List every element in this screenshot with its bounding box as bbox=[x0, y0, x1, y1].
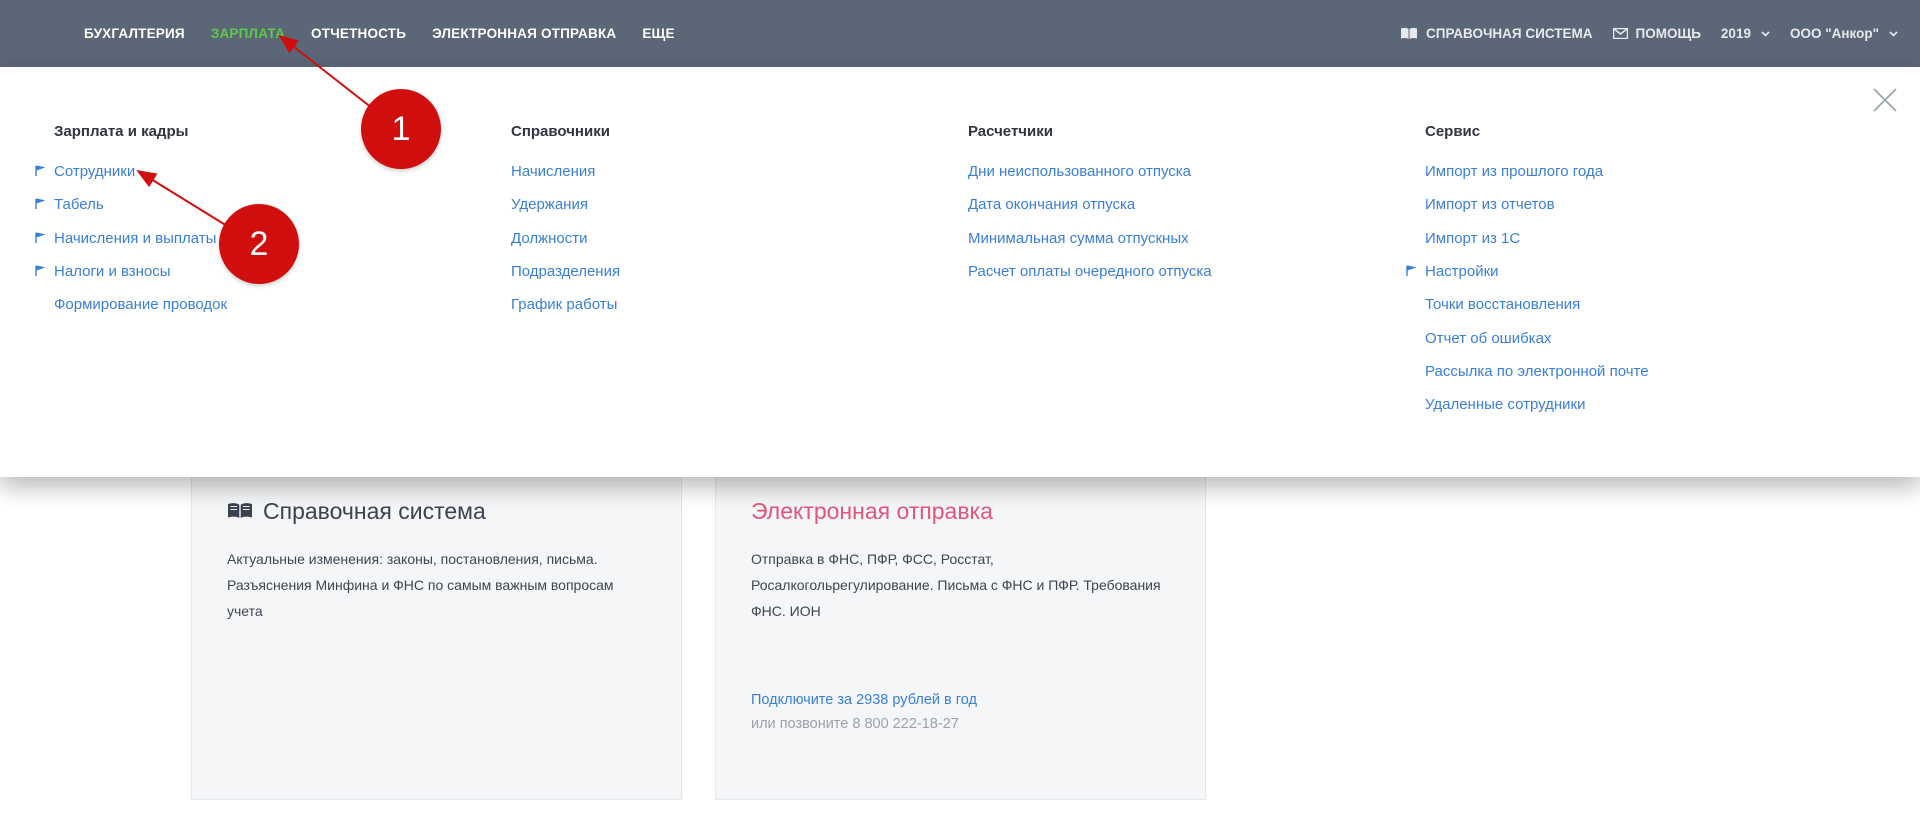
menu-item-import-previous-year[interactable]: Импорт из прошлого года bbox=[1425, 155, 1649, 188]
menu-item-label[interactable]: Расчет оплаты очередного отпуска bbox=[968, 263, 1212, 280]
reference-card-title-text: Справочная система bbox=[263, 498, 486, 524]
main-nav: БУХГАЛТЕРИЯ ЗАРПЛАТА ОТЧЕТНОСТЬ ЭЛЕКТРОН… bbox=[84, 0, 675, 67]
reference-card-title[interactable]: Справочная система bbox=[227, 498, 486, 525]
menu-item-min-vacation-pay[interactable]: Минимальная сумма отпускных bbox=[968, 222, 1212, 255]
menu-item-label[interactable]: Минимальная сумма отпускных bbox=[968, 230, 1189, 247]
menu-item-label[interactable]: Должности bbox=[511, 230, 588, 247]
book-icon bbox=[1400, 27, 1418, 40]
organization-selector[interactable]: ООО "Анкор" bbox=[1790, 26, 1898, 41]
menu-column-service: Сервис Импорт из прошлого года Импорт из… bbox=[1406, 123, 1649, 421]
efiling-phone-text: или позвоните 8 800 222-18-27 bbox=[751, 716, 959, 732]
menu-item-vacation-end-date[interactable]: Дата окончания отпуска bbox=[968, 188, 1212, 221]
chevron-down-icon bbox=[1889, 29, 1898, 40]
menu-item-departments[interactable]: Подразделения bbox=[511, 255, 620, 288]
efiling-connect-link[interactable]: Подключите за 2938 рублей в год bbox=[751, 692, 977, 708]
organization-label: ООО "Анкор" bbox=[1789, 26, 1879, 41]
nav-item-more[interactable]: ЕЩЕ bbox=[642, 26, 674, 41]
menu-item-deductions[interactable]: Удержания bbox=[511, 188, 620, 221]
reference-system-label: СПРАВОЧНАЯ СИСТЕМА bbox=[1426, 26, 1593, 41]
flag-icon bbox=[35, 198, 45, 210]
menu-item-accruals[interactable]: Начисления bbox=[511, 155, 620, 188]
menu-column-title: Зарплата и кадры bbox=[54, 123, 189, 140]
menu-item-label[interactable]: Подразделения bbox=[511, 263, 620, 280]
nav-item-accounting[interactable]: БУХГАЛТЕРИЯ bbox=[84, 26, 185, 41]
efiling-card-text: Отправка в ФНС, ПФР, ФСС, Росстат, Росал… bbox=[751, 551, 1161, 619]
menu-item-error-report[interactable]: Отчет об ошибках bbox=[1425, 321, 1649, 354]
flag-icon bbox=[35, 165, 45, 176]
menu-item-label[interactable]: Импорт из 1С bbox=[1425, 230, 1520, 247]
close-icon[interactable] bbox=[1872, 87, 1898, 113]
chevron-down-icon bbox=[1761, 29, 1770, 40]
menu-item-label[interactable]: Налоги и взносы bbox=[54, 263, 171, 280]
menu-item-label[interactable]: Удаленные сотрудники bbox=[1425, 396, 1586, 413]
year-label: 2019 bbox=[1720, 26, 1751, 41]
menu-item-employees[interactable]: Сотрудники bbox=[35, 155, 227, 188]
menu-column-title: Расчетчики bbox=[968, 123, 1053, 140]
salary-dropdown-menu: Зарплата и кадры Сотрудники Табель Начис… bbox=[0, 67, 1920, 477]
menu-column-calculators: Расчетчики Дни неиспользованного отпуска… bbox=[968, 123, 1212, 288]
menu-item-unused-vacation-days[interactable]: Дни неиспользованного отпуска bbox=[968, 155, 1212, 188]
menu-item-label[interactable]: Настройки bbox=[1425, 263, 1499, 280]
menu-item-label[interactable]: Импорт из прошлого года bbox=[1425, 163, 1603, 180]
menu-item-label[interactable]: Дни неиспользованного отпуска bbox=[968, 163, 1191, 180]
menu-column-directories: Справочники Начисления Удержания Должнос… bbox=[511, 123, 620, 321]
menu-item-restore-points[interactable]: Точки восстановления bbox=[1425, 288, 1649, 321]
menu-item-import-1c[interactable]: Импорт из 1С bbox=[1425, 222, 1649, 255]
top-navigation-bar: БУХГАЛТЕРИЯ ЗАРПЛАТА ОТЧЕТНОСТЬ ЭЛЕКТРОН… bbox=[0, 0, 1920, 67]
menu-item-deleted-employees[interactable]: Удаленные сотрудники bbox=[1425, 388, 1649, 421]
electronic-filing-card: Электронная отправка Отправка в ФНС, ПФР… bbox=[715, 476, 1206, 800]
menu-item-label[interactable]: Удержания bbox=[511, 196, 588, 213]
menu-item-label[interactable]: Точки восстановления bbox=[1425, 296, 1580, 313]
nav-right: СПРАВОЧНАЯ СИСТЕМА ПОМОЩЬ 2019 ООО "Анко… bbox=[1400, 0, 1898, 67]
menu-item-import-reports[interactable]: Импорт из отчетов bbox=[1425, 188, 1649, 221]
menu-item-label[interactable]: Отчет об ошибках bbox=[1425, 330, 1551, 347]
menu-item-regular-vacation-pay[interactable]: Расчет оплаты очередного отпуска bbox=[968, 255, 1212, 288]
menu-item-label[interactable]: Импорт из отчетов bbox=[1425, 196, 1555, 213]
flag-icon bbox=[35, 231, 45, 243]
menu-item-settings[interactable]: Настройки bbox=[1406, 255, 1649, 288]
menu-item-taxes-contributions[interactable]: Налоги и взносы bbox=[35, 255, 227, 288]
menu-item-label[interactable]: Начисления и выплаты bbox=[54, 230, 216, 247]
menu-column-title: Справочники bbox=[511, 123, 610, 140]
book-icon bbox=[227, 498, 253, 525]
menu-item-label[interactable]: Формирование проводок bbox=[54, 296, 227, 313]
efiling-card-title[interactable]: Электронная отправка bbox=[751, 498, 993, 525]
help-link[interactable]: ПОМОЩЬ bbox=[1612, 26, 1701, 41]
menu-item-label[interactable]: Начисления bbox=[511, 163, 595, 180]
menu-item-postings[interactable]: Формирование проводок bbox=[54, 288, 227, 321]
nav-item-salary[interactable]: ЗАРПЛАТА bbox=[211, 26, 285, 41]
nav-item-reporting[interactable]: ОТЧЕТНОСТЬ bbox=[311, 26, 406, 41]
flag-icon bbox=[35, 265, 45, 276]
menu-item-accruals-payments[interactable]: Начисления и выплаты bbox=[35, 222, 227, 255]
help-label: ПОМОЩЬ bbox=[1635, 26, 1701, 41]
menu-item-work-schedule[interactable]: График работы bbox=[511, 288, 620, 321]
reference-system-link[interactable]: СПРАВОЧНАЯ СИСТЕМА bbox=[1400, 26, 1593, 41]
envelope-icon bbox=[1612, 28, 1628, 39]
menu-item-label[interactable]: Рассылка по электронной почте bbox=[1425, 363, 1649, 380]
menu-column-salary-hr: Зарплата и кадры Сотрудники Табель Начис… bbox=[35, 123, 227, 321]
menu-item-label[interactable]: Дата окончания отпуска bbox=[968, 196, 1135, 213]
menu-item-label[interactable]: Табель bbox=[54, 196, 104, 213]
year-selector[interactable]: 2019 bbox=[1721, 26, 1770, 41]
reference-system-card: Справочная система Актуальные изменения:… bbox=[191, 476, 682, 800]
menu-item-label[interactable]: Сотрудники bbox=[54, 163, 135, 180]
menu-item-timesheet[interactable]: Табель bbox=[35, 188, 227, 221]
menu-item-label[interactable]: График работы bbox=[511, 296, 617, 313]
menu-item-positions[interactable]: Должности bbox=[511, 222, 620, 255]
reference-card-text: Актуальные изменения: законы, постановле… bbox=[227, 551, 614, 619]
flag-icon bbox=[1406, 265, 1416, 276]
menu-item-email-mailing[interactable]: Рассылка по электронной почте bbox=[1425, 355, 1649, 388]
menu-column-title: Сервис bbox=[1425, 123, 1481, 140]
nav-item-electronic-filing[interactable]: ЭЛЕКТРОННАЯ ОТПРАВКА bbox=[432, 26, 616, 41]
